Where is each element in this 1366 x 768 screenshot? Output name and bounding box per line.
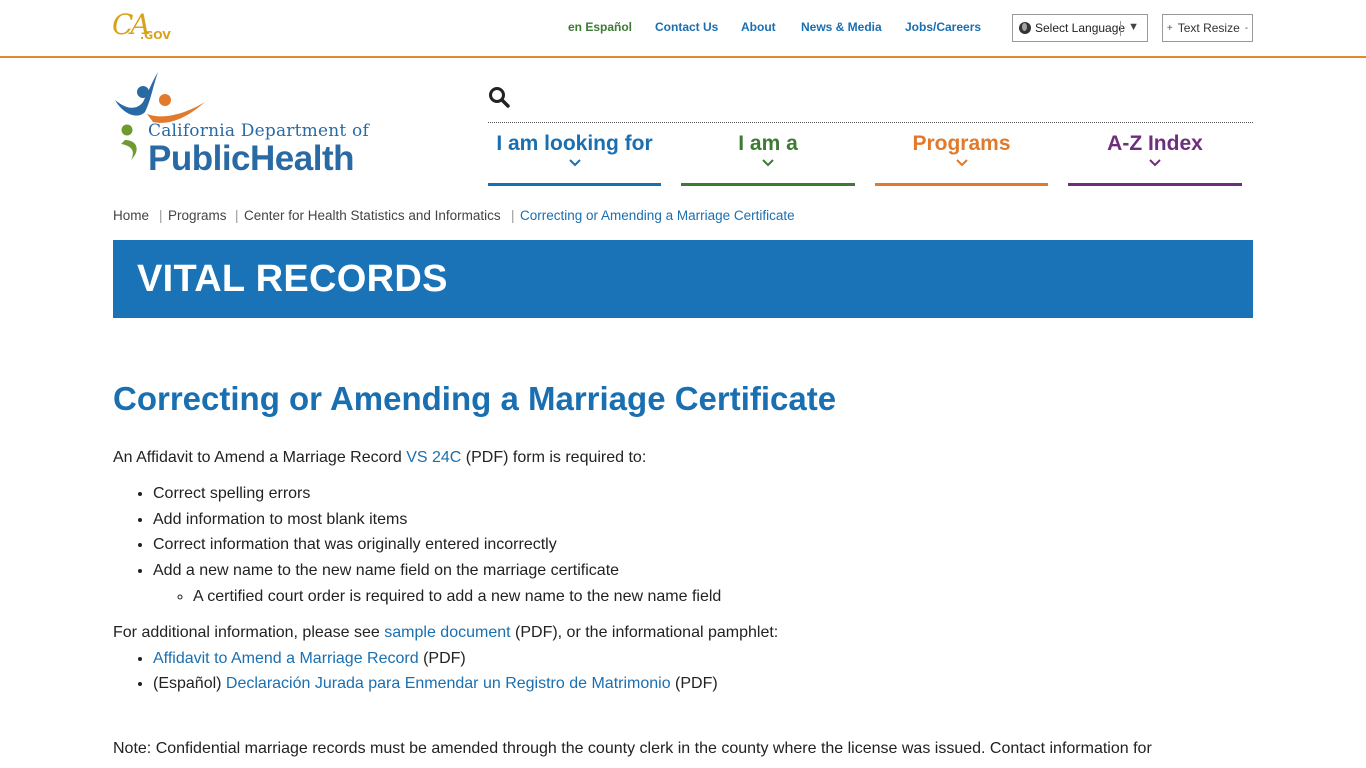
chevron-down-icon (1149, 159, 1161, 167)
chevron-down-icon (762, 159, 774, 167)
nav-a-z-index[interactable]: A-Z Index (1068, 128, 1242, 186)
text-resize-control: + Text Resize - (1162, 14, 1253, 42)
cdph-logo-public-health: PublicHealth (148, 139, 354, 178)
list-item: Correct spelling errors (153, 481, 1253, 507)
intro-paragraph: An Affidavit to Amend a Marriage Record … (113, 445, 1253, 471)
text-decrease-button[interactable]: - (1245, 23, 1248, 34)
breadcrumb-separator: | (235, 208, 239, 223)
cdph-logo-dept: California Department of (148, 121, 369, 141)
nav-label: Programs (912, 132, 1011, 155)
nav-i-am-a[interactable]: I am a (681, 128, 855, 186)
breadcrumb-separator: | (159, 208, 163, 223)
pamphlet-list: Affidavit to Amend a Marriage Record (PD… (113, 646, 1253, 697)
sub-list-item: A certified court order is required to a… (193, 584, 1253, 610)
list-item: Add a new name to the new name field on … (153, 558, 1253, 609)
breadcrumb-current: Correcting or Amending a Marriage Certif… (520, 208, 795, 223)
additional-text: For additional information, please see (113, 623, 385, 641)
nav-programs[interactable]: Programs (875, 128, 1048, 186)
chevron-down-icon (955, 159, 968, 167)
select-language-divider (1120, 21, 1121, 36)
text-increase-button[interactable]: + (1167, 23, 1173, 34)
additional-info-paragraph: For additional information, please see s… (113, 620, 1253, 646)
intro-text-after: (PDF) form is required to: (461, 449, 647, 466)
news-media-link[interactable]: News & Media (801, 20, 882, 34)
nav-label: A-Z Index (1107, 132, 1203, 155)
ca-gov-logo-gov: .GOV (140, 29, 171, 42)
page-title: Correcting or Amending a Marriage Certif… (113, 380, 837, 417)
jobs-careers-link[interactable]: Jobs/Careers (905, 20, 981, 34)
globe-icon (1019, 22, 1031, 34)
confidential-note: Note: Confidential marriage records must… (113, 740, 1152, 757)
main-content: Correcting or Amending a Marriage Certif… (113, 378, 1253, 697)
banner-title: VITAL RECORDS (137, 258, 448, 300)
breadcrumb-separator: | (511, 208, 515, 223)
spanish-pamphlet-link[interactable]: Declaración Jurada para Enmendar un Regi… (226, 675, 671, 692)
sample-document-link[interactable]: sample document (384, 624, 510, 641)
en-espanol-link[interactable]: en Español (568, 20, 632, 34)
breadcrumb-programs[interactable]: Programs (168, 208, 227, 223)
breadcrumb-home[interactable]: Home (113, 208, 149, 223)
search-divider (488, 122, 1253, 123)
list-item: Correct information that was originally … (153, 532, 1253, 558)
list-item: (Español) Declaración Jurada para Enmend… (153, 671, 1253, 697)
nav-i-am-looking-for[interactable]: I am looking for (488, 128, 661, 186)
about-link[interactable]: About (741, 20, 776, 34)
list-item-text: Add a new name to the new name field on … (153, 562, 620, 580)
list-item: Add information to most blank items (153, 507, 1253, 533)
intro-text: An Affidavit to Amend a Marriage Record (113, 449, 407, 466)
text-resize-label: Text Resize (1177, 21, 1240, 35)
affidavit-pamphlet-link[interactable]: Affidavit to Amend a Marriage Record (153, 650, 419, 667)
ca-gov-logo[interactable]: CA .GOV (112, 11, 171, 45)
contact-us-link[interactable]: Contact Us (655, 20, 718, 34)
utility-bar: CA .GOV en Español Contact Us About News… (0, 0, 1366, 58)
pamphlet-suffix: (PDF) (670, 675, 718, 693)
caret-down-icon: ▼ (1128, 21, 1139, 33)
vs-24c-link[interactable]: VS 24C (406, 449, 461, 466)
list-item: Affidavit to Amend a Marriage Record (PD… (153, 646, 1253, 672)
search-icon[interactable] (488, 86, 510, 108)
pamphlet-suffix: (PDF) (418, 649, 466, 667)
select-language-dropdown[interactable]: Select Language ▼ (1012, 14, 1148, 42)
requirements-list: Correct spelling errors Add information … (113, 481, 1253, 610)
nav-label: I am looking for (496, 132, 653, 155)
additional-text-after: (PDF), or the informational pamphlet: (510, 623, 779, 641)
cdph-logo[interactable]: California Department of PublicHealth (113, 70, 383, 180)
nav-label: I am a (738, 132, 798, 155)
chevron-down-icon (568, 159, 581, 167)
breadcrumb-chsi[interactable]: Center for Health Statistics and Informa… (244, 208, 501, 223)
pamphlet-prefix: (Español) (153, 675, 226, 693)
select-language-label: Select Language (1035, 21, 1126, 35)
sub-list: A certified court order is required to a… (153, 584, 1253, 610)
page-banner: VITAL RECORDS (113, 240, 1253, 318)
